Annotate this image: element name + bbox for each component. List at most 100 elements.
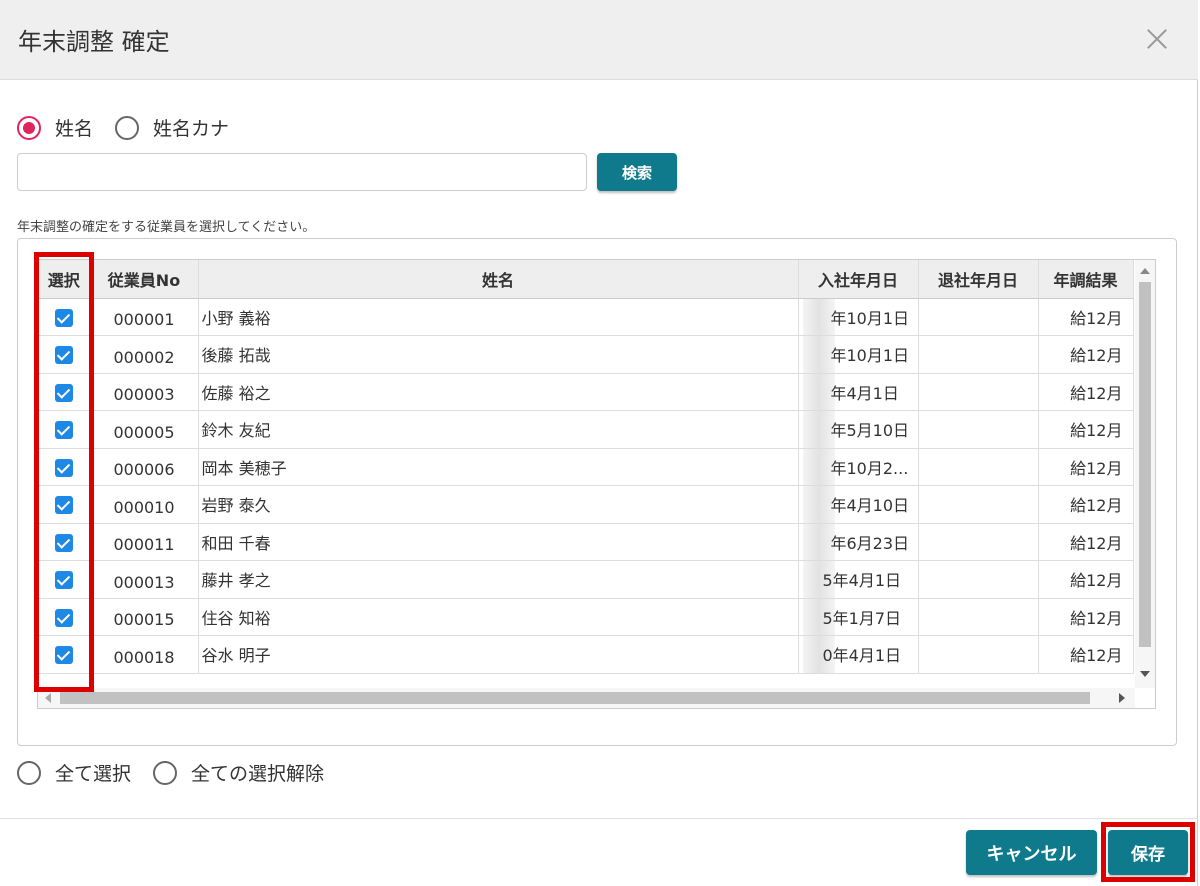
hire-date-cell: 5年1月7日 xyxy=(798,598,919,636)
employee-grid: 選択 従業員No 姓名 入社年月日 退社年月日 年調結果 000001 小野 義… xyxy=(37,259,1156,709)
hire-date: 年5月10日 xyxy=(830,421,910,441)
radio-name-kana[interactable]: 姓名カナ xyxy=(115,114,229,141)
scroll-right-icon[interactable] xyxy=(1119,693,1125,703)
employee-no: 000011 xyxy=(90,523,199,561)
row-select-cell[interactable] xyxy=(38,335,91,374)
footer-divider xyxy=(0,818,1198,819)
employee-name: 鈴木 友紀 xyxy=(198,410,799,449)
close-icon[interactable] xyxy=(1144,26,1170,52)
hire-date: 年10月2... xyxy=(830,458,909,478)
leave-date xyxy=(918,560,1039,599)
leave-date xyxy=(918,485,1039,524)
table-row[interactable]: 000002 後藤 拓哉 年10月1日 給12月 xyxy=(38,335,1134,374)
row-select-cell[interactable] xyxy=(38,298,91,336)
column-header-leave-date[interactable]: 退社年月日 xyxy=(918,260,1039,299)
employee-no: 000003 xyxy=(90,373,199,411)
radio-unselected-icon[interactable] xyxy=(153,760,178,785)
checkbox-checked-icon[interactable] xyxy=(54,496,73,514)
checkbox-checked-icon[interactable] xyxy=(54,383,73,402)
leave-date xyxy=(918,598,1039,636)
deselect-all-option[interactable]: 全ての選択解除 xyxy=(153,759,324,786)
hire-date: 0年4月1日 xyxy=(822,646,902,666)
search-mode-group: 姓名 姓名カナ xyxy=(17,114,251,141)
employee-no: 000005 xyxy=(90,410,199,449)
save-button[interactable]: 保存 xyxy=(1108,830,1188,875)
checkbox-checked-icon[interactable] xyxy=(54,346,73,364)
radio-selected-icon[interactable] xyxy=(17,115,41,140)
year-end-result: 給12月 xyxy=(1038,598,1134,636)
employee-no: 000002 xyxy=(90,335,199,374)
row-select-cell[interactable] xyxy=(38,485,91,524)
hire-date: 5年1月7日 xyxy=(822,608,902,628)
scroll-up-icon[interactable] xyxy=(1140,268,1150,274)
employee-no: 000010 xyxy=(90,485,199,524)
leave-date xyxy=(918,410,1039,449)
dialog-title: 年末調整 確定 xyxy=(18,28,170,56)
table-row[interactable]: 000011 和田 千春 年6月23日 給12月 xyxy=(38,523,1134,561)
vertical-scroll-thumb[interactable] xyxy=(1139,282,1151,647)
checkbox-checked-icon[interactable] xyxy=(54,458,73,477)
hire-date: 年4月10日 xyxy=(830,496,910,516)
checkbox-checked-icon[interactable] xyxy=(54,571,73,589)
radio-name[interactable]: 姓名 xyxy=(17,114,93,141)
search-button[interactable]: 検索 xyxy=(597,153,677,191)
employee-no: 000018 xyxy=(90,635,199,674)
select-all-option[interactable]: 全て選択 xyxy=(17,759,131,786)
vertical-scrollbar[interactable] xyxy=(1135,260,1155,688)
column-header-name[interactable]: 姓名 xyxy=(198,260,799,299)
column-header-employee-no[interactable]: 従業員No xyxy=(90,260,199,299)
hire-date: 年6月23日 xyxy=(830,533,910,553)
table-row[interactable]: 000006 岡本 美穂子 年10月2... 給12月 xyxy=(38,448,1134,486)
row-select-cell[interactable] xyxy=(38,560,91,599)
year-end-result: 給12月 xyxy=(1038,298,1134,336)
scroll-down-icon[interactable] xyxy=(1140,671,1150,677)
hire-date: 5年4月1日 xyxy=(822,571,902,591)
horizontal-scroll-thumb[interactable] xyxy=(60,692,1090,704)
checkbox-checked-icon[interactable] xyxy=(54,533,73,552)
hire-date: 年10月1日 xyxy=(830,346,910,366)
leave-date xyxy=(918,335,1039,374)
column-header-select[interactable]: 選択 xyxy=(38,260,91,299)
cancel-button[interactable]: キャンセル xyxy=(966,830,1097,875)
year-end-result: 給12月 xyxy=(1038,335,1134,374)
table-row[interactable]: 000005 鈴木 友紀 年5月10日 給12月 xyxy=(38,410,1134,449)
table-row[interactable]: 000003 佐藤 裕之 年4月1日 給12月 xyxy=(38,373,1134,411)
search-input[interactable] xyxy=(17,153,587,191)
table-row[interactable]: 000013 藤井 孝之 5年4月1日 給12月 xyxy=(38,560,1134,599)
hire-date-cell: 年10月1日 xyxy=(798,298,919,336)
year-end-result: 給12月 xyxy=(1038,448,1134,486)
employee-name: 谷水 明子 xyxy=(198,635,799,674)
scroll-left-icon[interactable] xyxy=(45,693,51,703)
table-row[interactable]: 000001 小野 義裕 年10月1日 給12月 xyxy=(38,298,1134,336)
hire-date-cell: 年10月1日 xyxy=(798,335,919,374)
radio-unselected-icon[interactable] xyxy=(115,115,140,140)
hire-date-cell: 年4月10日 xyxy=(798,485,919,524)
table-row[interactable]: 000015 住谷 知裕 5年1月7日 給12月 xyxy=(38,598,1134,636)
column-header-year-end-result[interactable]: 年調結果 xyxy=(1038,260,1134,299)
employee-name: 岩野 泰久 xyxy=(198,485,799,524)
hire-date-cell: 年4月1日 xyxy=(798,373,919,411)
radio-name-label: 姓名 xyxy=(55,118,94,140)
checkbox-checked-icon[interactable] xyxy=(54,421,73,439)
row-select-cell[interactable] xyxy=(38,410,91,449)
checkbox-checked-icon[interactable] xyxy=(54,308,73,327)
checkbox-checked-icon[interactable] xyxy=(54,608,73,627)
employee-no: 000001 xyxy=(90,298,199,336)
instruction-text: 年末調整の確定をする従業員を選択してください。 xyxy=(17,220,316,235)
year-end-result: 給12月 xyxy=(1038,485,1134,524)
table-row[interactable]: 000018 谷水 明子 0年4月1日 給12月 xyxy=(38,635,1134,674)
row-select-cell[interactable] xyxy=(38,523,91,561)
radio-unselected-icon[interactable] xyxy=(17,760,41,785)
row-select-cell[interactable] xyxy=(38,598,91,636)
year-end-result: 給12月 xyxy=(1038,373,1134,411)
row-select-cell[interactable] xyxy=(38,448,91,486)
horizontal-scrollbar[interactable] xyxy=(38,688,1135,708)
row-select-cell[interactable] xyxy=(38,635,91,674)
checkbox-checked-icon[interactable] xyxy=(54,646,73,664)
employee-no: 000013 xyxy=(90,560,199,599)
table-header-row: 選択 従業員No 姓名 入社年月日 退社年月日 年調結果 xyxy=(38,260,1134,299)
column-header-hire-date[interactable]: 入社年月日 xyxy=(798,260,919,299)
table-row[interactable]: 000010 岩野 泰久 年4月10日 給12月 xyxy=(38,485,1134,524)
year-end-result: 給12月 xyxy=(1038,523,1134,561)
row-select-cell[interactable] xyxy=(38,373,91,411)
